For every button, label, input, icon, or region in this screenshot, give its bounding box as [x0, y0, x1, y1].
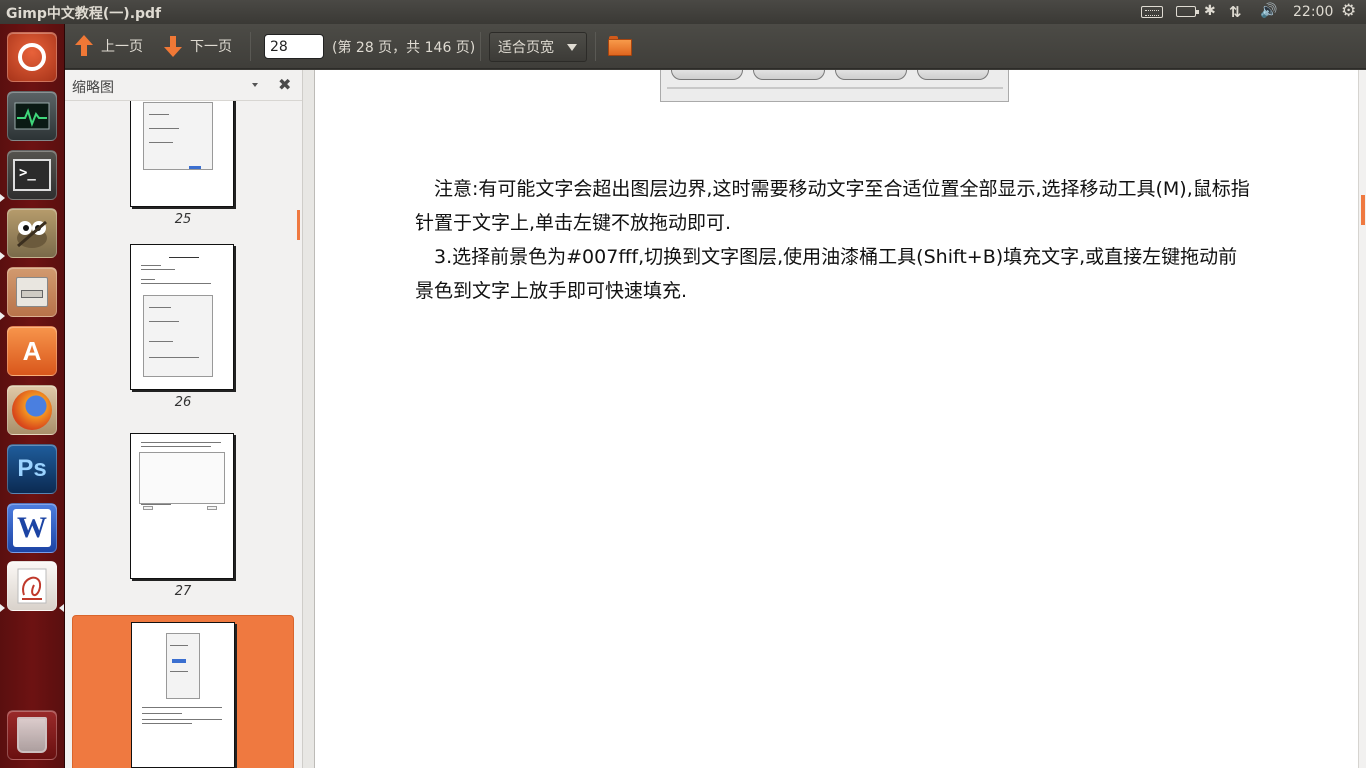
terminal-prompt: >_	[13, 159, 51, 191]
next-page-label: 下一页	[190, 39, 232, 55]
thumbnail-27[interactable]: 27	[72, 433, 294, 616]
trash-icon[interactable]	[7, 710, 57, 760]
image-button-graphic	[671, 70, 743, 80]
page-number-input[interactable]	[264, 34, 324, 59]
keyboard-icon[interactable]	[1141, 6, 1163, 18]
arrow-up-icon	[75, 35, 93, 57]
bluetooth-icon[interactable]: ✱	[1204, 3, 1216, 21]
launcher: >_ A Ps W	[0, 24, 65, 768]
prev-page-label: 上一页	[101, 39, 143, 55]
next-page-button[interactable]: 下一页	[164, 34, 232, 58]
thumbnail-list[interactable]: 25 26 27	[65, 101, 302, 768]
page-screenshot-image	[660, 70, 1009, 102]
chevron-down-icon	[567, 44, 577, 51]
pane-splitter[interactable]	[302, 70, 315, 768]
gear-icon[interactable]: ⚙	[1341, 1, 1356, 21]
page-thumbnail	[130, 101, 234, 207]
sidebar-scrollbar[interactable]	[297, 210, 300, 240]
battery-icon[interactable]	[1176, 6, 1199, 17]
file-cabinet-icon[interactable]	[7, 267, 57, 317]
image-rule	[667, 87, 1003, 89]
thumbnail-26[interactable]: 26	[72, 244, 294, 427]
thumbnail-label: 25	[174, 212, 192, 227]
ubuntu-logo-icon[interactable]	[7, 32, 57, 82]
software-center-icon[interactable]: A	[7, 326, 57, 376]
window-title: Gimp中文教程(一).pdf	[6, 6, 162, 22]
page-thumbnail	[130, 244, 234, 390]
thumbnail-28[interactable]: 28	[72, 615, 294, 768]
zoom-select-label: 适合页宽	[498, 40, 554, 56]
arrow-down-icon	[164, 35, 182, 57]
image-button-graphic	[917, 70, 989, 80]
network-icon[interactable]: ⇅	[1229, 3, 1242, 21]
thumbnail-label: 27	[174, 584, 192, 599]
page-count: (第 28 页，共 146 页)	[332, 40, 476, 56]
terminal-icon[interactable]: >_	[7, 150, 57, 200]
clock[interactable]: 22:00	[1293, 4, 1333, 22]
image-button-graphic	[835, 70, 907, 80]
prev-page-button[interactable]: 上一页	[75, 34, 143, 58]
scrollbar-thumb[interactable]	[1361, 195, 1365, 225]
sidebar-header: 缩略图 ✖	[65, 70, 302, 101]
top-panel: Gimp中文教程(一).pdf ✱ ⇅ 🔊 22:00 ⚙	[0, 0, 1366, 24]
page-thumbnail	[131, 622, 235, 768]
page-thumbnail	[130, 433, 234, 579]
wps-writer-icon[interactable]: W	[7, 503, 57, 553]
sidebar-title[interactable]: 缩略图	[72, 77, 114, 97]
thumbnail-label: 26	[174, 395, 192, 410]
software-center-glyph: A	[22, 335, 42, 366]
volume-icon[interactable]: 🔊	[1260, 3, 1277, 21]
document-paragraph: 3.选择前景色为#007fff,切换到文字图层,使用油漆桶工具(Shift+B)…	[415, 246, 1238, 302]
toolbar: 上一页 下一页 (第 28 页，共 146 页) 适合页宽	[65, 24, 1366, 69]
close-icon[interactable]: ✖	[278, 75, 291, 94]
image-button-graphic	[753, 70, 825, 80]
thumbnail-sidebar: 缩略图 ✖ 25 26 27	[65, 70, 302, 768]
photoshop-glyph: Ps	[17, 455, 47, 482]
toolbar-separator	[250, 32, 251, 61]
folder-icon-body	[608, 39, 632, 56]
firefox-icon[interactable]	[7, 385, 57, 435]
system-monitor-icon[interactable]	[7, 91, 57, 141]
open-folder-button[interactable]	[608, 36, 632, 56]
toolbar-separator	[595, 32, 596, 61]
vertical-scrollbar[interactable]	[1358, 70, 1366, 768]
thumbnail-25[interactable]: 25	[72, 101, 294, 244]
photoshop-icon[interactable]: Ps	[7, 444, 57, 494]
gimp-icon[interactable]	[7, 208, 57, 258]
document-viewer-icon[interactable]	[7, 561, 57, 611]
document-paragraph: 注意:有可能文字会超出图层边界,这时需要移动文字至合适位置全部显示,选择移动工具…	[415, 178, 1250, 234]
document-view[interactable]: 注意:有可能文字会超出图层边界,这时需要移动文字至合适位置全部显示,选择移动工具…	[315, 70, 1358, 768]
chevron-down-icon[interactable]	[252, 83, 258, 87]
zoom-select[interactable]: 适合页宽	[489, 32, 587, 62]
toolbar-separator	[480, 32, 481, 61]
